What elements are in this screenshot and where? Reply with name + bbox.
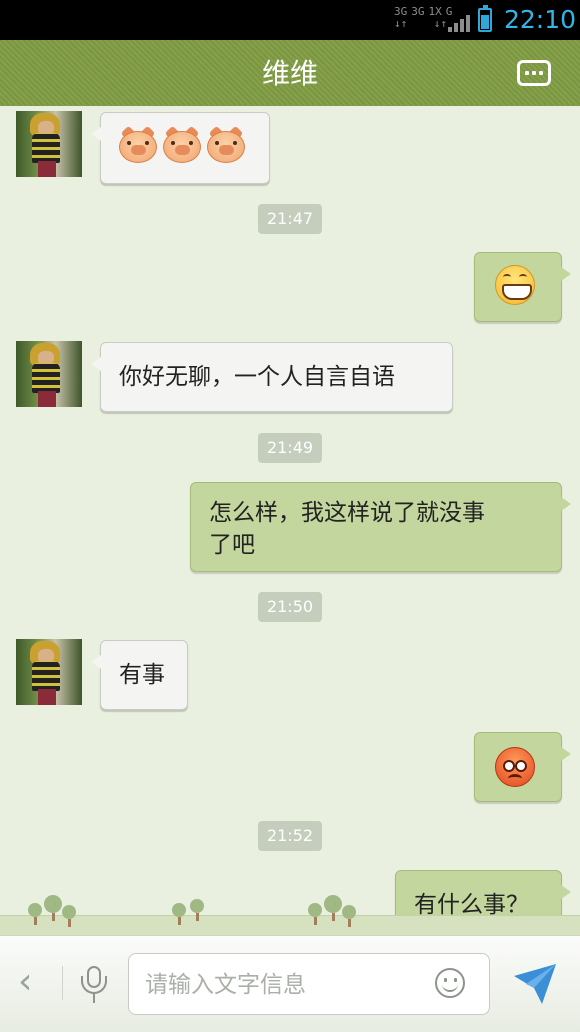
tree-icon: [308, 903, 322, 925]
timestamp-label: 21:50: [257, 592, 323, 622]
message-bubble-right[interactable]: [474, 732, 571, 802]
message-input[interactable]: [143, 964, 427, 1006]
message-text: 有事: [119, 662, 165, 688]
chat-area[interactable]: 21:47 你好无聊，一个人自言自语 21:49 怎么样，我这样说了就没事 了吧…: [0, 106, 580, 935]
avatar[interactable]: [16, 111, 82, 177]
tree-icon: [342, 905, 356, 927]
timestamp-label: 21:47: [257, 204, 323, 234]
message-bubble-left[interactable]: 有事: [91, 640, 188, 710]
timestamp: 21:50: [0, 592, 580, 622]
message-bubble-right[interactable]: [474, 252, 571, 322]
chat-header: 维维: [0, 40, 580, 113]
message-input-field[interactable]: [128, 953, 490, 1015]
timestamp: 21:52: [0, 821, 580, 851]
signal-icon: [448, 14, 470, 32]
send-icon[interactable]: [512, 962, 558, 1006]
pig-emoji-icon: [207, 125, 245, 163]
timestamp: 21:49: [0, 433, 580, 463]
back-arrow-icon[interactable]: ‹: [18, 962, 32, 1002]
timestamp-label: 21:49: [257, 433, 323, 463]
message-bubble-right[interactable]: 怎么样，我这样说了就没事 了吧: [190, 482, 571, 572]
message-bubble-left[interactable]: [91, 112, 270, 184]
input-bar: ‹: [0, 935, 580, 1032]
timestamp-label: 21:52: [257, 821, 323, 851]
avatar[interactable]: [16, 341, 82, 407]
emoji-icon[interactable]: [435, 968, 465, 998]
avatar[interactable]: [16, 639, 82, 705]
more-icon[interactable]: [517, 60, 551, 86]
message-text-line: 了吧: [209, 532, 255, 558]
tree-icon: [190, 899, 204, 921]
page-title: 维维: [261, 57, 318, 90]
tree-icon: [44, 895, 62, 921]
message-text: 你好无聊，一个人自言自语: [119, 364, 395, 390]
grin-emoji-icon: [495, 265, 535, 305]
status-bar: 3G 3G 1X G ↓↑ ↓↑ 22:10: [0, 0, 580, 40]
battery-icon: [478, 5, 492, 32]
tree-icon: [172, 903, 186, 925]
divider: [62, 966, 63, 1000]
tree-icon: [324, 895, 342, 921]
timestamp: 21:47: [0, 204, 580, 234]
pig-emoji-icon: [163, 125, 201, 163]
angry-emoji-icon: [495, 747, 535, 787]
status-clock: 22:10: [504, 5, 577, 34]
microphone-icon[interactable]: [80, 966, 108, 1006]
message-bubble-left[interactable]: 你好无聊，一个人自言自语: [91, 342, 453, 412]
message-text-line: 怎么样，我这样说了就没事: [209, 500, 485, 526]
tree-icon: [28, 903, 42, 925]
pig-emoji-icon: [119, 125, 157, 163]
tree-icon: [62, 905, 76, 927]
